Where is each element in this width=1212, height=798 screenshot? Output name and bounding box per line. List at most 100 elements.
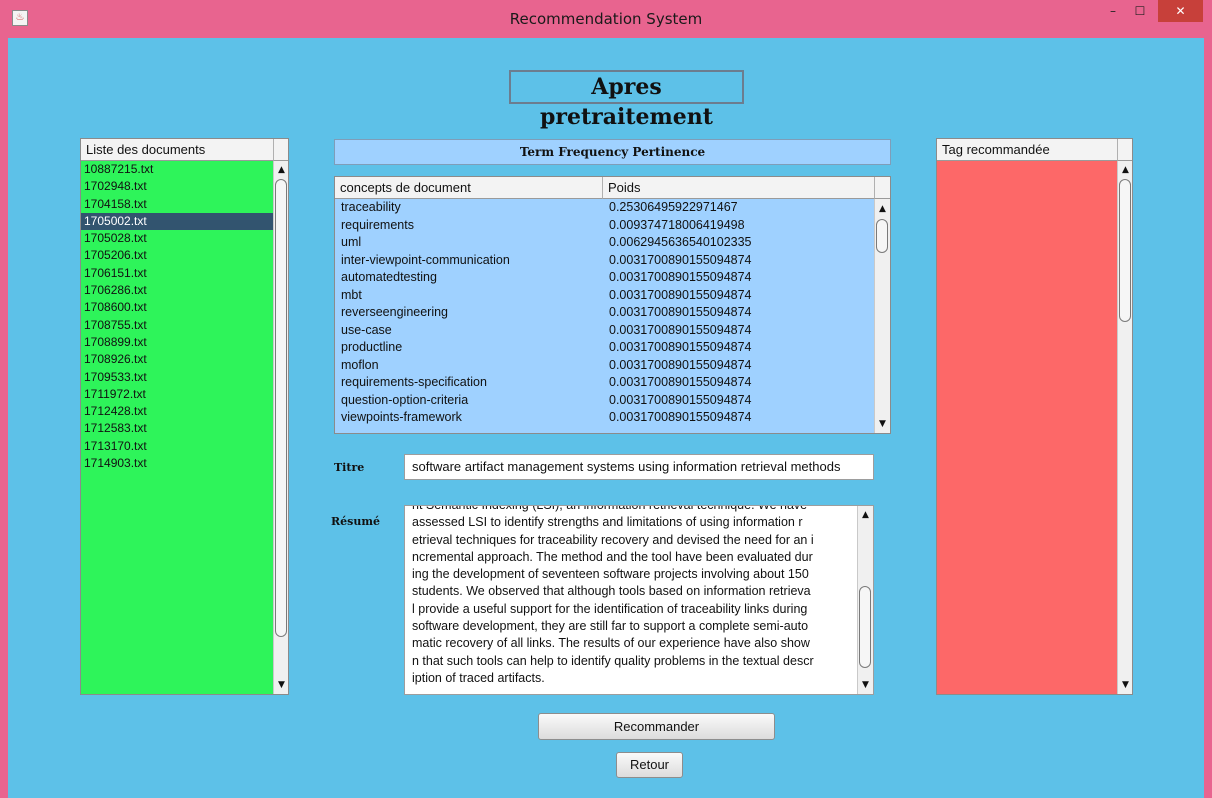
table-row[interactable]: requirements-specification 0.003170089015… [335, 374, 874, 392]
weight-cell: 0.0031700890155094874 [609, 322, 752, 337]
resume-line: assessed LSI to identify strengths and l… [412, 515, 803, 530]
document-list-item[interactable]: 1706151.txt [81, 265, 273, 282]
table-row[interactable]: requirements 0.009374718006419498 [335, 217, 874, 235]
document-list-item[interactable]: 1714903.txt [81, 455, 273, 472]
window-title: Recommendation System [509, 10, 703, 28]
document-list-item[interactable]: 1711972.txt [81, 386, 273, 403]
resume-line: etrieval techniques for traceability rec… [412, 532, 814, 547]
weight-column-header[interactable]: Poids [603, 177, 874, 199]
resume-text: nt Semantic Indexing (LSI), an informati… [412, 505, 856, 687]
back-button[interactable]: Retour [616, 752, 683, 778]
document-list-item[interactable]: 1705002.txt [81, 212, 273, 231]
table-row[interactable]: uml 0.0062945636540102335 [335, 234, 874, 252]
recommend-button[interactable]: Recommander [538, 713, 775, 740]
resume-line: nt Semantic Indexing (LSI), an informati… [412, 505, 808, 512]
weight-cell: 0.0031700890155094874 [609, 305, 752, 319]
weight-cell: 0.0031700890155094874 [609, 252, 752, 267]
table-row[interactable]: productline 0.0031700890155094874 [335, 339, 874, 357]
table-row[interactable]: reverseengineering 0.0031700890155094874 [335, 304, 874, 322]
table-row[interactable]: question-option-criteria 0.00317008901550… [335, 392, 874, 410]
titre-field[interactable]: software artifact management systems usi… [404, 454, 874, 480]
concepts-column-header[interactable]: concepts de document [335, 177, 603, 199]
concept-cell: uml [341, 235, 362, 249]
concept-cell: automatedtesting [341, 270, 437, 284]
term-frequency-title: Term Frequency Pertinence [334, 139, 891, 165]
scroll-thumb[interactable] [275, 179, 287, 637]
concept-cell: question-option-criteria [341, 392, 469, 407]
document-list-item[interactable]: 10887215.txt [81, 161, 273, 178]
weight-cell: 0.009374718006419498 [609, 217, 745, 232]
weight-cell: 0.0031700890155094874 [609, 392, 752, 407]
tags-list-panel: Tag recommandée ▲ ▼ [936, 138, 1133, 695]
concept-cell: inter-viewpoint-communication [341, 252, 510, 267]
concept-cell: traceability [341, 200, 401, 214]
concept-cell: requirements [341, 217, 414, 232]
resume-label: Résumé [331, 515, 380, 528]
concepts-table-body[interactable]: traceability 0.25306495922971467 requireme… [335, 199, 874, 433]
resume-textarea[interactable]: nt Semantic Indexing (LSI), an informati… [404, 505, 874, 695]
concept-cell: requirements-specification [341, 375, 487, 389]
scroll-thumb[interactable] [1119, 179, 1131, 322]
tags-scrollbar[interactable]: ▲ ▼ [1117, 161, 1132, 694]
maximize-button[interactable]: ☐ [1127, 0, 1153, 22]
concept-cell: reverseengineering [341, 305, 449, 319]
document-list-item[interactable]: 1708899.txt [81, 334, 273, 351]
scroll-down-arrow-icon[interactable]: ▼ [875, 417, 890, 431]
weight-cell: 0.0031700890155094874 [609, 287, 752, 302]
table-row[interactable]: traceability 0.25306495922971467 [335, 199, 874, 217]
documents-column-header[interactable]: Liste des documents [81, 139, 273, 161]
table-scrollbar[interactable]: ▲ ▼ [874, 199, 890, 433]
titre-label: Titre [334, 461, 365, 474]
weight-cell: 0.0031700890155094874 [609, 410, 752, 424]
documents-header-corner [273, 139, 288, 161]
table-row[interactable]: mbt 0.0031700890155094874 [335, 287, 874, 305]
scroll-up-arrow-icon[interactable]: ▲ [875, 202, 890, 216]
document-list-item[interactable]: 1705206.txt [81, 247, 273, 264]
scroll-down-arrow-icon[interactable]: ▼ [1118, 678, 1132, 692]
table-row[interactable]: moflon 0.0031700890155094874 [335, 357, 874, 375]
concept-cell: moflon [341, 357, 379, 372]
document-list-item[interactable]: 1709533.txt [81, 369, 273, 386]
document-list-item[interactable]: 1705028.txt [81, 230, 273, 247]
document-list-item[interactable]: 1708600.txt [81, 299, 273, 316]
scroll-down-arrow-icon[interactable]: ▼ [858, 678, 873, 692]
document-list-item[interactable]: 1713170.txt [81, 438, 273, 455]
close-button[interactable]: ✕ [1158, 0, 1203, 22]
concept-cell: viewpoints-framework [341, 410, 462, 424]
resume-scrollbar[interactable]: ▲ ▼ [857, 506, 873, 694]
table-row[interactable]: viewpoints-framework 0.003170089015509487… [335, 409, 874, 427]
scroll-thumb[interactable] [876, 219, 888, 253]
weight-cell: 0.0031700890155094874 [609, 340, 752, 354]
table-row[interactable]: automatedtesting 0.0031700890155094874 [335, 269, 874, 287]
tags-list[interactable] [937, 161, 1117, 694]
documents-list[interactable]: 10887215.txt 1702948.txt 1704158.txt 170500… [81, 161, 273, 694]
document-list-item[interactable]: 1704158.txt [81, 196, 273, 213]
table-row[interactable]: use-case 0.0031700890155094874 [335, 322, 874, 340]
resume-line: iption of traced artifacts. [412, 670, 545, 685]
scroll-thumb[interactable] [859, 586, 871, 668]
document-list-item[interactable]: 1708926.txt [81, 351, 273, 368]
document-list-item[interactable]: 1706286.txt [81, 282, 273, 299]
concept-cell: productline [341, 340, 403, 354]
title-bar: ♨ Recommendation System – ☐ ✕ [0, 0, 1212, 38]
weight-cell: 0.0031700890155094874 [609, 270, 752, 284]
document-list-item[interactable]: 1708755.txt [81, 317, 273, 334]
tags-column-header[interactable]: Tag recommandée [937, 139, 1117, 161]
scroll-down-arrow-icon[interactable]: ▼ [274, 678, 288, 692]
minimize-button[interactable]: – [1100, 0, 1126, 22]
concepts-table: concepts de document Poids traceability 0… [334, 176, 891, 434]
scroll-up-arrow-icon[interactable]: ▲ [1118, 163, 1132, 177]
scroll-up-arrow-icon[interactable]: ▲ [274, 163, 288, 177]
documents-scrollbar[interactable]: ▲ ▼ [273, 161, 288, 694]
document-list-item[interactable]: 1712583.txt [81, 420, 273, 437]
weight-cell: 0.25306495922971467 [609, 200, 738, 214]
document-list-item[interactable]: 1702948.txt [81, 178, 273, 195]
table-row[interactable]: inter-viewpoint-communication 0.003170089… [335, 252, 874, 270]
documents-list-panel: Liste des documents 10887215.txt 1702948.… [80, 138, 289, 695]
table-header-corner [874, 177, 890, 199]
scroll-up-arrow-icon[interactable]: ▲ [858, 508, 873, 522]
concept-cell: mbt [341, 287, 362, 302]
weight-cell: 0.0062945636540102335 [609, 235, 752, 249]
resume-line: ncremental approach. The method and the … [412, 549, 813, 564]
document-list-item[interactable]: 1712428.txt [81, 403, 273, 420]
